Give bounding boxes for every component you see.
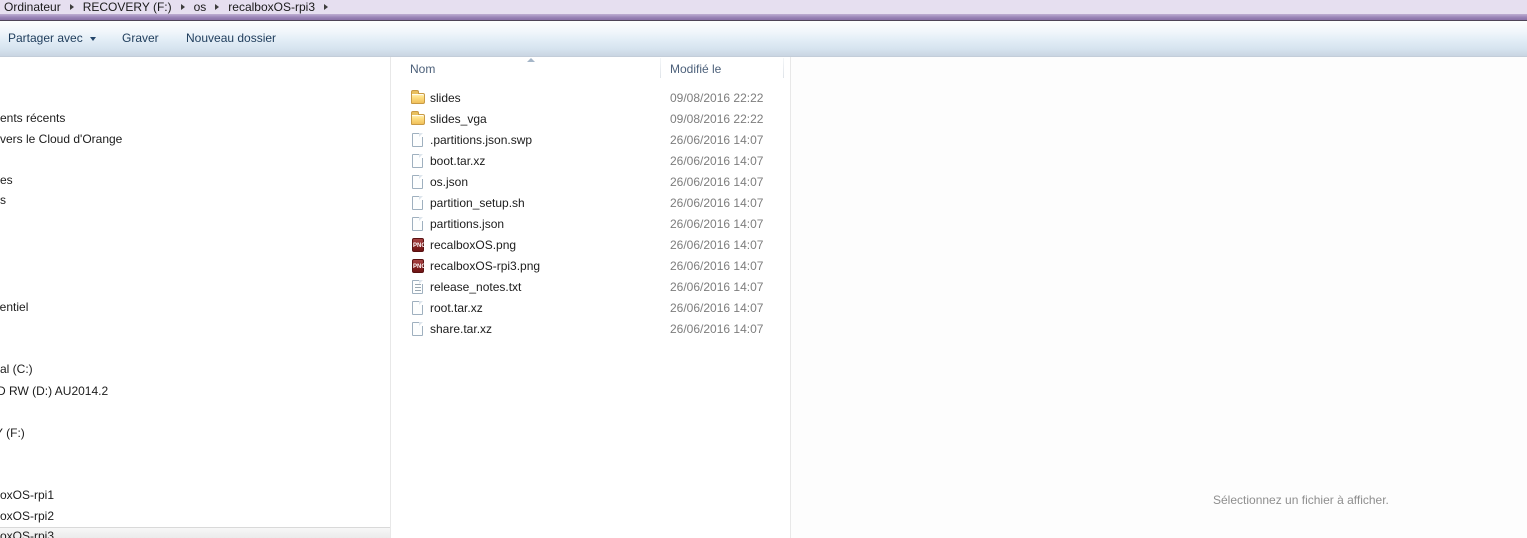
graver-label: Graver [122, 21, 159, 56]
command-toolbar: Partager avec Graver Nouveau dossier [0, 21, 1527, 57]
file-modified-date: 26/06/2016 14:07 [670, 154, 763, 168]
breadcrumb-arrow-icon[interactable] [324, 4, 328, 10]
file-modified-date: 26/06/2016 14:07 [670, 196, 763, 210]
navigation-pane: ents récents vers le Cloud d'Orange es s… [0, 57, 390, 538]
file-icon [412, 322, 423, 336]
sidebar-item-emplacements-recents[interactable]: ents récents [0, 111, 65, 126]
file-list-pane: Nom Modifié le slides 09/08/2016 22:22 s… [391, 57, 790, 538]
breadcrumb-arrow-icon[interactable] [215, 4, 219, 10]
sidebar-item-lecteur-d[interactable]: D RW (D:) AU2014.2 [0, 384, 108, 399]
sidebar-item-recalboxos-rpi2[interactable]: oxOS-rpi2 [0, 509, 54, 524]
nouveau-dossier-label: Nouveau dossier [186, 21, 276, 56]
file-row[interactable]: partitions.json 26/06/2016 14:07 [391, 213, 790, 234]
file-row[interactable]: recalboxOS.png 26/06/2016 14:07 [391, 234, 790, 255]
file-icon [412, 133, 423, 147]
file-row[interactable]: .partitions.json.swp 26/06/2016 14:07 [391, 129, 790, 150]
folder-icon [411, 93, 425, 104]
column-header-nom[interactable]: Nom [410, 57, 435, 79]
explorer-content: ents récents vers le Cloud d'Orange es s… [0, 57, 1527, 538]
file-modified-date: 26/06/2016 14:07 [670, 259, 763, 273]
file-icon [412, 301, 423, 315]
file-row[interactable]: recalboxOS-rpi3.png 26/06/2016 14:07 [391, 255, 790, 276]
file-modified-date: 26/06/2016 14:07 [670, 238, 763, 252]
graver-button[interactable]: Graver [122, 21, 159, 56]
file-icon [412, 175, 423, 189]
file-row[interactable]: partition_setup.sh 26/06/2016 14:07 [391, 192, 790, 213]
sidebar-item-label: oxOS-rpi3 [0, 529, 54, 538]
sidebar-item-es[interactable]: es [0, 173, 13, 188]
file-name: slides [430, 91, 461, 105]
text-file-icon [412, 280, 423, 294]
partager-avec-label: Partager avec [8, 21, 83, 56]
file-modified-date: 09/08/2016 22:22 [670, 112, 763, 126]
file-icon [412, 196, 423, 210]
file-row[interactable]: root.tar.xz 26/06/2016 14:07 [391, 297, 790, 318]
file-modified-date: 26/06/2016 14:07 [670, 133, 763, 147]
dropdown-caret-icon [90, 37, 96, 41]
accent-band [0, 14, 1527, 21]
file-modified-date: 26/06/2016 14:07 [670, 175, 763, 189]
nouveau-dossier-button[interactable]: Nouveau dossier [186, 21, 276, 56]
sort-ascending-icon [527, 58, 535, 62]
file-modified-date: 26/06/2016 14:07 [670, 322, 763, 336]
breadcrumb: Ordinateur RECOVERY (F:) os recalboxOS-r… [0, 0, 1527, 14]
breadcrumb-item-ordinateur[interactable]: Ordinateur [4, 0, 61, 14]
file-row[interactable]: os.json 26/06/2016 14:07 [391, 171, 790, 192]
sidebar-item-disque-c[interactable]: al (C:) [0, 362, 33, 377]
file-name: recalboxOS-rpi3.png [430, 259, 540, 273]
file-modified-date: 26/06/2016 14:07 [670, 217, 763, 231]
file-modified-date: 26/06/2016 14:07 [670, 280, 763, 294]
preview-pane: Sélectionnez un fichier à afficher. [791, 57, 1527, 538]
column-header-row: Nom Modifié le [391, 57, 790, 79]
preview-placeholder-text: Sélectionnez un fichier à afficher. [1213, 493, 1389, 507]
column-separator[interactable] [660, 58, 661, 78]
file-name: os.json [430, 175, 468, 189]
breadcrumb-item-recalboxos-rpi3[interactable]: recalboxOS-rpi3 [228, 0, 315, 14]
column-separator[interactable] [783, 58, 784, 78]
file-icon [412, 217, 423, 231]
png-image-file-icon [412, 259, 424, 273]
file-icon [412, 154, 423, 168]
sidebar-item-recovery-f[interactable]: Y (F:) [0, 426, 25, 441]
file-list: slides 09/08/2016 22:22 slides_vga 09/08… [391, 87, 790, 339]
file-name: partitions.json [430, 217, 504, 231]
file-name: .partitions.json.swp [430, 133, 532, 147]
file-modified-date: 26/06/2016 14:07 [670, 301, 763, 315]
file-name: slides_vga [430, 112, 487, 126]
file-row[interactable]: release_notes.txt 26/06/2016 14:07 [391, 276, 790, 297]
sidebar-item-lentiel[interactable]: lentiel [0, 300, 28, 315]
breadcrumb-arrow-icon[interactable] [181, 4, 185, 10]
file-row[interactable]: boot.tar.xz 26/06/2016 14:07 [391, 150, 790, 171]
file-name: boot.tar.xz [430, 154, 485, 168]
sidebar-item-recalboxos-rpi3-selected[interactable]: oxOS-rpi3 [0, 527, 390, 538]
column-header-modifie-le[interactable]: Modifié le [670, 57, 721, 79]
png-image-file-icon [412, 238, 424, 252]
partager-avec-button[interactable]: Partager avec [8, 21, 96, 56]
file-row[interactable]: slides 09/08/2016 22:22 [391, 87, 790, 108]
sidebar-item-recalboxos-rpi1[interactable]: oxOS-rpi1 [0, 488, 54, 503]
file-row[interactable]: share.tar.xz 26/06/2016 14:07 [391, 318, 790, 339]
file-modified-date: 09/08/2016 22:22 [670, 91, 763, 105]
folder-icon [411, 114, 425, 125]
breadcrumb-item-os[interactable]: os [194, 0, 207, 14]
file-name: release_notes.txt [430, 280, 521, 294]
breadcrumb-arrow-icon[interactable] [70, 4, 74, 10]
sidebar-item-cloud-orange[interactable]: vers le Cloud d'Orange [0, 132, 122, 147]
sidebar-item-s[interactable]: s [0, 193, 6, 208]
breadcrumb-item-recovery[interactable]: RECOVERY (F:) [83, 0, 172, 14]
file-name: recalboxOS.png [430, 238, 516, 252]
file-name: partition_setup.sh [430, 196, 525, 210]
file-name: root.tar.xz [430, 301, 483, 315]
file-row[interactable]: slides_vga 09/08/2016 22:22 [391, 108, 790, 129]
file-name: share.tar.xz [430, 322, 492, 336]
